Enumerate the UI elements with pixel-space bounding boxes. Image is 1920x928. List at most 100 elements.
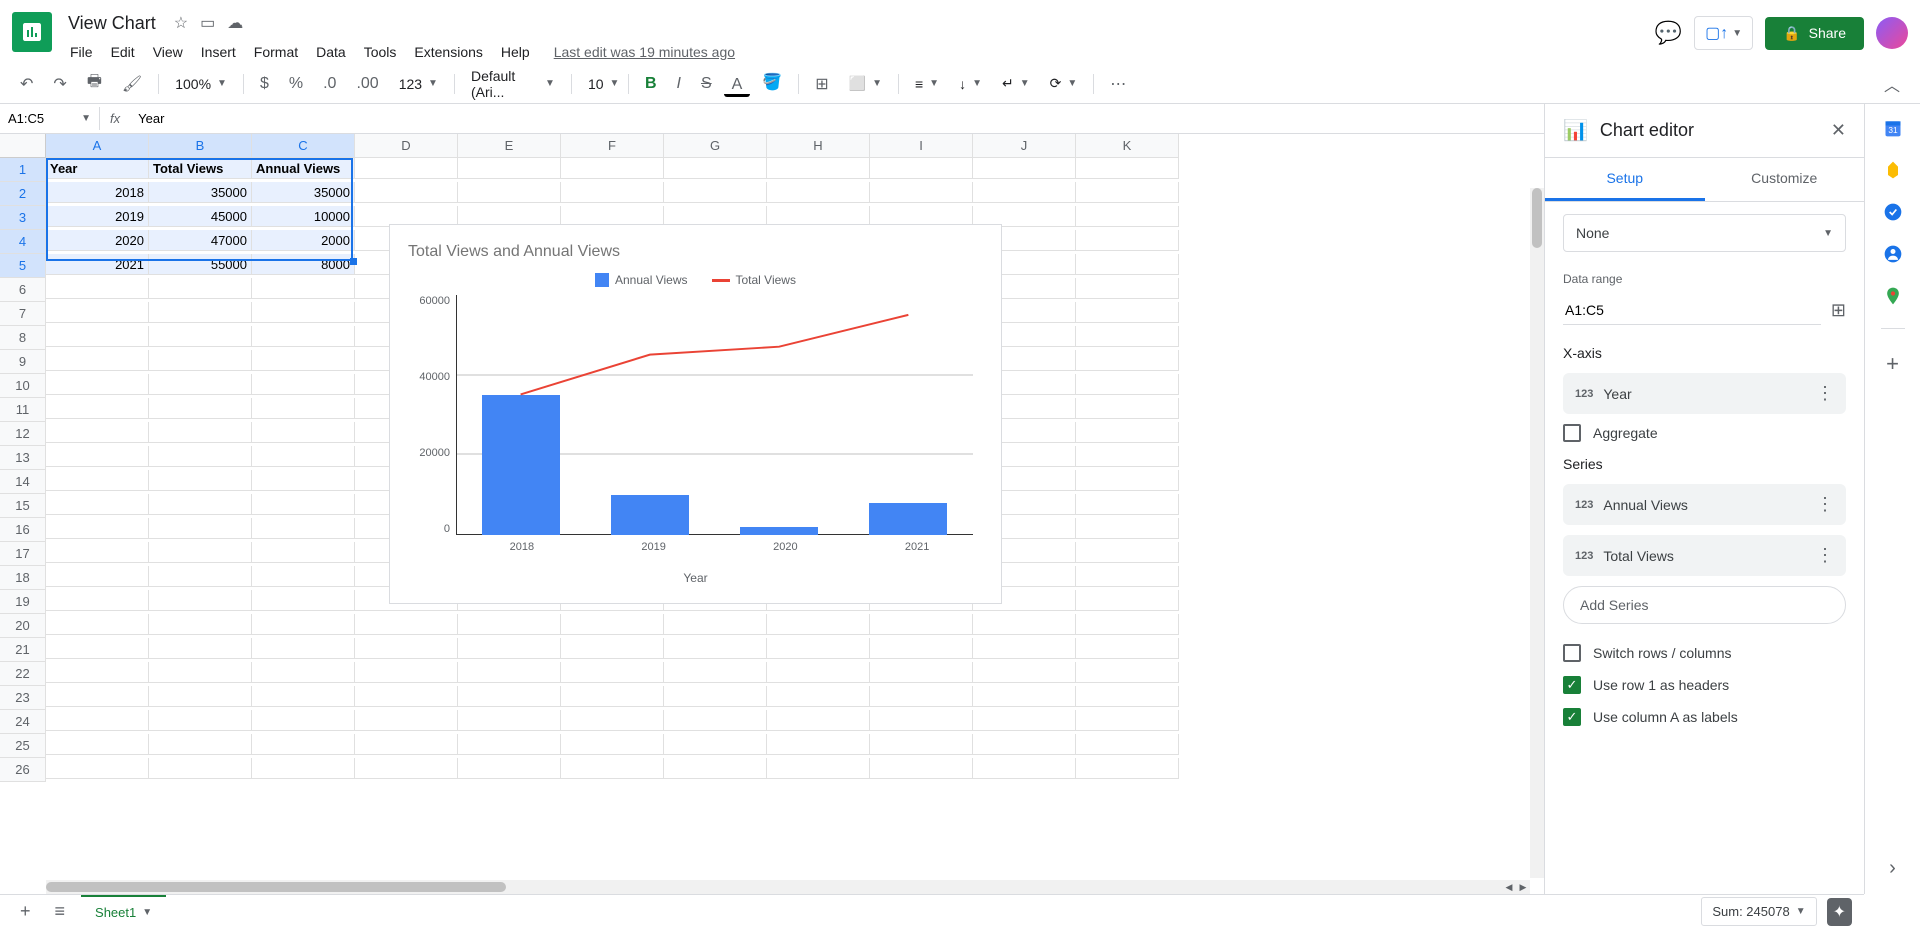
cell[interactable] [664,662,767,683]
cell[interactable] [252,638,355,659]
cell[interactable] [1076,326,1179,347]
cell[interactable] [149,374,252,395]
cell[interactable]: 2021 [46,254,149,275]
cell[interactable] [46,494,149,515]
merge-button[interactable]: ⬜▼ [841,71,890,96]
cell[interactable] [664,182,767,203]
cell[interactable] [46,422,149,443]
cell[interactable] [149,302,252,323]
cell[interactable] [973,710,1076,731]
more-vert-icon[interactable]: ⋮ [1816,383,1834,404]
row-header[interactable]: 14 [0,470,46,494]
menu-extensions[interactable]: Extensions [406,40,490,64]
column-header[interactable]: K [1076,134,1179,158]
cell[interactable] [46,710,149,731]
row-header[interactable]: 17 [0,542,46,566]
series-chip-2[interactable]: 123 Total Views ⋮ [1563,535,1846,576]
cell[interactable] [1076,206,1179,227]
cell[interactable] [355,614,458,635]
cell[interactable] [561,710,664,731]
cell[interactable] [355,734,458,755]
stacking-select[interactable]: None▼ [1563,214,1846,252]
cell[interactable] [973,158,1076,179]
cell[interactable] [252,302,355,323]
cell[interactable] [149,446,252,467]
italic-button[interactable]: I [669,69,689,99]
cell[interactable] [355,182,458,203]
cell[interactable]: 55000 [149,254,252,275]
format-select[interactable]: 123▼ [391,72,446,96]
cell[interactable] [252,398,355,419]
cell[interactable] [252,710,355,731]
text-color-button[interactable]: A [724,70,751,97]
explore-button[interactable]: ✦ [1827,898,1852,926]
cell[interactable] [149,614,252,635]
cell[interactable] [1076,638,1179,659]
cell[interactable]: 2018 [46,182,149,203]
cell[interactable] [870,686,973,707]
cell[interactable]: 45000 [149,206,252,227]
cell[interactable] [1076,590,1179,611]
cell[interactable] [458,758,561,779]
cell[interactable] [458,686,561,707]
cell[interactable] [561,638,664,659]
cell[interactable] [252,590,355,611]
calendar-icon[interactable]: 31 [1883,118,1903,138]
cell[interactable] [1076,278,1179,299]
cell[interactable] [149,758,252,779]
column-header[interactable]: A [46,134,149,158]
cell[interactable] [252,758,355,779]
cell[interactable] [149,710,252,731]
row-header[interactable]: 21 [0,638,46,662]
cell[interactable] [767,734,870,755]
cell[interactable] [664,758,767,779]
document-title[interactable]: View Chart [62,11,162,36]
rotate-button[interactable]: ⟳▼ [1042,71,1086,96]
cell[interactable] [46,398,149,419]
row-header[interactable]: 7 [0,302,46,326]
cell[interactable] [149,470,252,491]
cell[interactable] [252,542,355,563]
quicksum-box[interactable]: Sum: 245078▼ [1701,897,1816,926]
cell[interactable] [561,158,664,179]
series-chip-1[interactable]: 123 Annual Views ⋮ [1563,484,1846,525]
cell[interactable] [1076,230,1179,251]
cell[interactable] [1076,374,1179,395]
cell[interactable] [458,158,561,179]
strikethrough-button[interactable]: S [693,69,720,99]
cell[interactable] [46,590,149,611]
row-header[interactable]: 6 [0,278,46,302]
cell[interactable] [664,734,767,755]
cell[interactable] [149,422,252,443]
row-header[interactable]: 9 [0,350,46,374]
column-header[interactable]: D [355,134,458,158]
column-header[interactable]: J [973,134,1076,158]
cell[interactable]: 47000 [149,230,252,251]
embedded-chart[interactable]: Total Views and Annual Views Annual View… [389,224,1002,604]
cell[interactable] [355,158,458,179]
tab-setup[interactable]: Setup [1545,158,1705,201]
cell[interactable] [149,494,252,515]
row-header[interactable]: 10 [0,374,46,398]
increase-decimal-button[interactable]: .00 [348,69,386,99]
cell[interactable] [46,302,149,323]
wrap-button[interactable]: ↵▼ [994,71,1038,96]
cell[interactable] [767,614,870,635]
font-select[interactable]: Default (Ari...▼ [463,64,563,104]
cell[interactable] [870,710,973,731]
add-addon-icon[interactable]: + [1883,351,1903,371]
more-vert-icon[interactable]: ⋮ [1816,494,1834,515]
cell[interactable] [1076,158,1179,179]
cell[interactable] [1076,398,1179,419]
row-header[interactable]: 16 [0,518,46,542]
switch-rows-checkbox[interactable] [1563,644,1581,662]
cell[interactable]: 2000 [252,230,355,251]
comments-icon[interactable]: 💬 [1655,20,1682,46]
row-header[interactable]: 20 [0,614,46,638]
cell[interactable] [561,182,664,203]
cell[interactable] [355,758,458,779]
cell[interactable] [252,374,355,395]
cell[interactable] [46,686,149,707]
column-header[interactable]: B [149,134,252,158]
cell[interactable]: 2020 [46,230,149,251]
